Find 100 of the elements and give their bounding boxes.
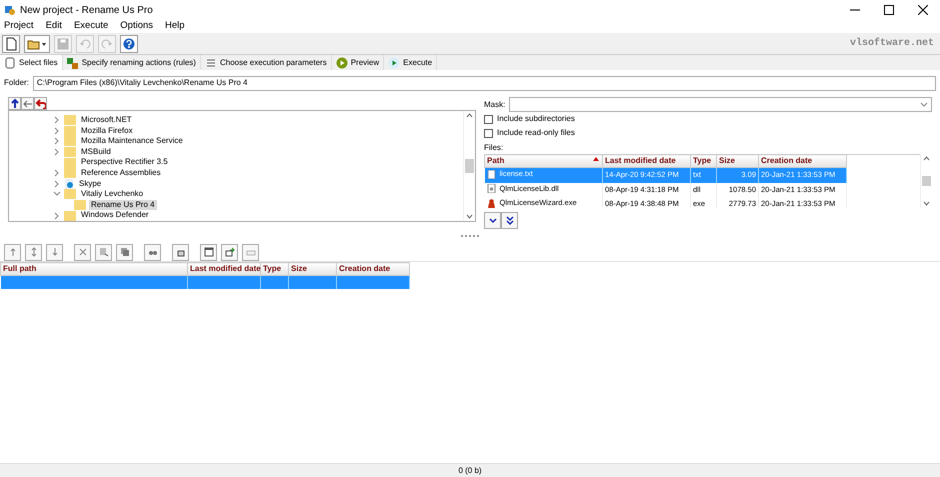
toolbar-button[interactable] [4, 244, 21, 260]
chevron-right-icon[interactable] [53, 116, 61, 124]
checkbox-label[interactable]: Include read-only files [497, 127, 575, 139]
column-header[interactable]: Path [484, 154, 602, 168]
folder-icon [64, 168, 76, 178]
play-icon [388, 56, 400, 68]
mask-label: Mask: [484, 98, 506, 110]
folder-icon [74, 200, 86, 210]
toolbar-button[interactable] [200, 244, 217, 260]
menu-item[interactable]: Options [120, 19, 154, 34]
toolbar-button[interactable] [25, 244, 42, 260]
new-button[interactable] [2, 34, 20, 52]
export-icon [224, 247, 234, 257]
open-button[interactable] [24, 34, 50, 52]
tab[interactable]: Specify renaming actions (rules) [62, 55, 201, 70]
toolbar-button[interactable] [74, 244, 91, 260]
scroll-up-icon[interactable] [466, 113, 473, 118]
folder-icon [64, 147, 76, 158]
column-header[interactable]: Creation date [336, 262, 410, 276]
window-title: New project - Rename Us Pro [20, 4, 153, 18]
toolbar-button[interactable] [144, 244, 161, 260]
return-arrow-icon [35, 98, 46, 109]
chevron-right-icon[interactable] [53, 169, 61, 178]
column-header[interactable]: Type [260, 262, 288, 276]
tree-item[interactable]: Rename Us Pro 4 [89, 200, 157, 210]
down-icon [488, 216, 498, 226]
menu-item[interactable]: Help [165, 19, 185, 34]
cross-icon [78, 247, 88, 257]
tab[interactable]: Execute [384, 55, 438, 70]
help-button[interactable] [120, 34, 138, 52]
list-icon [204, 56, 217, 68]
column-header[interactable]: Full path [0, 262, 188, 276]
mask-field[interactable] [509, 97, 932, 112]
folder-icon [64, 115, 76, 126]
folder-field[interactable]: C:\Program Files (x86)\Vitaliy Levchenko\Rename Us Pro 4 [32, 76, 936, 90]
scroll-button[interactable] [501, 212, 518, 229]
maximize-icon[interactable] [884, 5, 894, 15]
tree-item[interactable]: Reference Assemblies [79, 168, 163, 179]
nav-button[interactable] [34, 97, 47, 110]
tab[interactable]: Preview [332, 55, 384, 70]
folder-icon [64, 136, 76, 146]
tab[interactable]: Select files [0, 55, 63, 70]
scroll-up-icon[interactable] [923, 156, 930, 161]
tree-item[interactable]: Perspective Rectifier 3.5 [79, 157, 170, 168]
scrollbar-thumb[interactable] [922, 176, 931, 186]
files-label: Files: [484, 142, 504, 154]
scroll-down-icon[interactable] [466, 214, 473, 219]
redo-icon [100, 36, 114, 50]
chevron-right-icon[interactable] [53, 148, 61, 156]
chevron-down-icon[interactable] [53, 190, 61, 198]
checkbox-label[interactable]: Include subdirectories [497, 113, 575, 125]
move-down-icon [50, 247, 60, 257]
scrollbar-thumb[interactable] [465, 159, 474, 173]
folder-label: Folder: [4, 77, 29, 89]
text-file-icon [486, 170, 496, 178]
chevron-right-icon[interactable] [53, 212, 61, 220]
nav-button[interactable] [21, 97, 34, 110]
folder-icon [64, 210, 76, 221]
column-header[interactable]: Type [690, 154, 716, 168]
toolbar-button[interactable] [221, 244, 238, 260]
close-icon[interactable] [918, 5, 928, 15]
toolbar-button[interactable] [116, 244, 133, 260]
menu-item[interactable]: Project [4, 19, 34, 34]
chevron-right-icon[interactable] [53, 126, 61, 135]
tree-item[interactable]: Windows Defender [79, 210, 151, 221]
checkbox[interactable] [484, 128, 493, 138]
tree-item[interactable]: Skype [77, 178, 104, 190]
tree-item[interactable]: MSBuild [79, 146, 113, 158]
folder-icon [64, 189, 76, 200]
menu-item[interactable]: Edit [46, 19, 62, 34]
tree-item[interactable]: Mozilla Maintenance Service [79, 136, 185, 147]
chevron-right-icon[interactable] [53, 180, 61, 188]
app-icon [4, 4, 16, 16]
new-file-icon [4, 36, 18, 50]
person-icon [486, 198, 496, 208]
tab[interactable]: Choose execution parameters [200, 55, 332, 70]
column-header[interactable]: Last modified date [188, 262, 260, 276]
left-arrow-icon [22, 98, 33, 109]
checkbox[interactable] [484, 114, 493, 124]
column-header[interactable]: Size [288, 262, 336, 276]
scroll-button[interactable] [484, 212, 501, 229]
column-header[interactable]: Size [716, 154, 758, 168]
nav-button[interactable] [8, 97, 21, 110]
save-icon [56, 36, 70, 50]
tree-item[interactable]: Microsoft.NET [79, 115, 134, 126]
scroll-down-icon[interactable] [923, 201, 930, 206]
tree-item[interactable]: Mozilla Firefox [79, 126, 135, 136]
rules-icon [66, 56, 79, 68]
column-header[interactable]: Creation date [758, 154, 846, 168]
caret-icon [41, 40, 47, 46]
column-header[interactable]: Last modified date [602, 154, 690, 168]
move-updown-icon [28, 247, 38, 257]
undo-icon [78, 36, 92, 50]
toolbar-button[interactable] [46, 244, 63, 260]
tree-item[interactable]: Vitaliy Levchenko [79, 189, 146, 200]
toolbar-button[interactable] [172, 244, 189, 260]
app-icon [64, 178, 74, 189]
menu-item[interactable]: Execute [74, 19, 108, 34]
folder-icon [64, 158, 76, 168]
chevron-right-icon[interactable] [53, 137, 61, 146]
